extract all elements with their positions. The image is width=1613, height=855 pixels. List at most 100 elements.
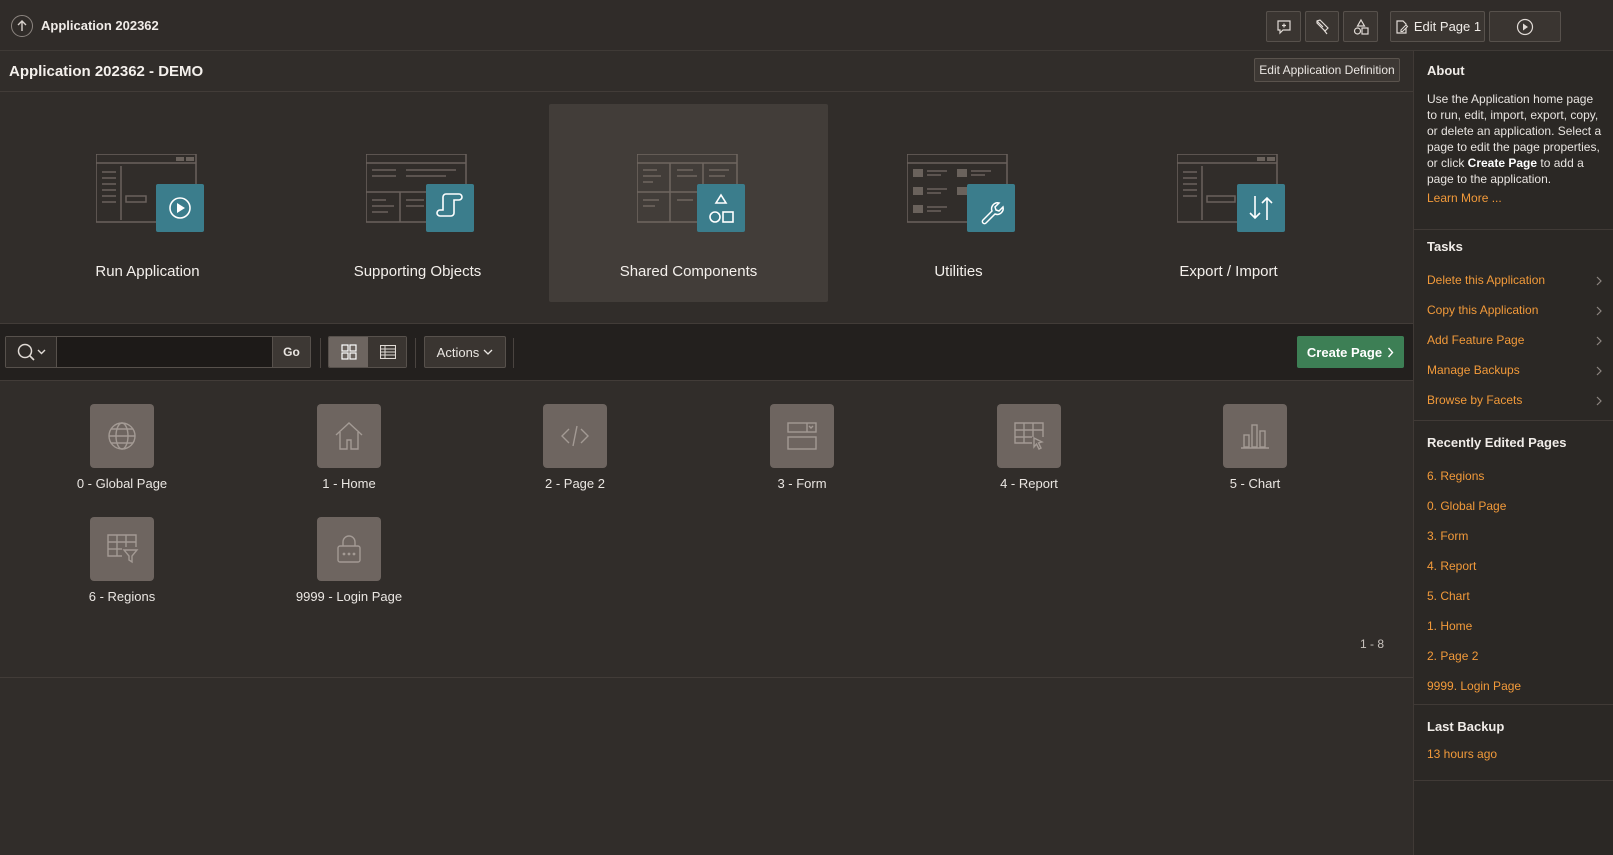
task-label: Add Feature Page [1427,333,1525,347]
grid-icon [340,344,357,360]
task-delete-application[interactable]: Delete this Application [1414,266,1613,296]
last-backup-link[interactable]: 13 hours ago [1427,747,1497,761]
task-copy-application[interactable]: Copy this Application [1414,296,1613,326]
page-tile[interactable]: 5 - Chart [1165,404,1345,504]
card-supporting-objects[interactable]: Supporting Objects [278,104,557,302]
chart-icon [1223,404,1287,468]
card-label: Shared Components [619,263,758,280]
debug-button[interactable] [1305,11,1339,42]
recent-page-link[interactable]: 4. Report [1427,559,1476,573]
play-icon [1516,18,1534,35]
recent-page-link[interactable]: 5. Chart [1427,589,1470,603]
edit-page-icon [1396,19,1409,34]
card-label: Supporting Objects [353,263,482,280]
task-label: Browse by Facets [1427,393,1523,407]
page-label: 2 - Page 2 [545,476,605,491]
card-label: Run Application [95,263,200,280]
card-label: Export / Import [1179,263,1278,280]
about-section: About Use the Application home page to r… [1414,51,1613,230]
card-run-application[interactable]: Run Application [8,104,287,302]
page-label: 9999 - Login Page [295,589,403,604]
run-application-illustration [96,154,204,232]
recent-page-link[interactable]: 0. Global Page [1427,499,1506,513]
form-icon [770,404,834,468]
shared-components-illustration [637,154,745,232]
search-input[interactable] [57,337,272,367]
page-tile[interactable]: 1 - Home [259,404,439,504]
edit-application-definition-button[interactable]: Edit Application Definition [1254,58,1400,82]
card-shared-components[interactable]: Shared Components [549,104,828,302]
page-label: 5 - Chart [1229,476,1281,491]
card-export-import[interactable]: Export / Import [1089,104,1368,302]
chevron-right-icon [1596,276,1602,286]
up-arrow-icon[interactable] [11,15,33,37]
page-label: 0 - Global Page [76,476,168,491]
chevron-right-icon [1388,347,1394,357]
page-tile[interactable]: 4 - Report [939,404,1119,504]
utilities-illustration [907,154,1015,232]
recently-edited-section: Recently Edited Pages 6. Regions 0. Glob… [1414,421,1613,705]
learn-more-link[interactable]: Learn More ... [1427,191,1502,205]
lock-icon [317,517,381,581]
recent-page-link[interactable]: 3. Form [1427,529,1468,543]
task-browse-by-facets[interactable]: Browse by Facets [1414,386,1613,416]
report-icon [997,404,1061,468]
code-icon [543,404,607,468]
go-button[interactable]: Go [272,337,310,367]
create-page-button[interactable]: Create Page [1297,336,1404,368]
chevron-right-icon [1596,366,1602,376]
task-manage-backups[interactable]: Manage Backups [1414,356,1613,386]
about-text: Use the Application home page to run, ed… [1427,92,1602,186]
run-page-button[interactable] [1489,11,1561,42]
main-content: Application 202362 - DEMO Edit Applicati… [0,51,1413,855]
card-utilities[interactable]: Utilities [819,104,1098,302]
shared-components-button[interactable] [1343,11,1378,42]
search-bar: Go [5,336,311,368]
task-label: Delete this Application [1427,273,1546,287]
chevron-right-icon [1596,306,1602,316]
actions-menu-button[interactable]: Actions [424,336,506,368]
recent-page-link[interactable]: 9999. Login Page [1427,679,1521,693]
divider [415,338,416,368]
task-add-feature-page[interactable]: Add Feature Page [1414,326,1613,356]
recent-page-link[interactable]: 1. Home [1427,619,1472,633]
grid-view-button[interactable] [329,337,368,367]
app-header: Application 202362 - DEMO Edit Applicati… [0,51,1413,92]
edit-page-label: Edit Page 1 [1413,19,1482,34]
chevron-right-icon [1596,336,1602,346]
home-icon [317,404,381,468]
sidebar: About Use the Application home page to r… [1413,51,1613,855]
recent-page-link[interactable]: 2. Page 2 [1427,649,1478,663]
chevron-right-icon [1596,396,1602,406]
globe-icon [90,404,154,468]
edit-page-button[interactable]: Edit Page 1 [1390,11,1485,42]
app-name[interactable]: Application 202362 [41,18,159,33]
page-tile[interactable]: 9999 - Login Page [259,517,439,617]
pagination-range: 1 - 8 [1360,637,1385,651]
pages-toolbar: Go Actions Create Page [0,324,1413,381]
table-icon [379,345,396,359]
page-tile[interactable]: 0 - Global Page [32,404,212,504]
pages-grid: 0 - Global Page 1 - Home 2 - Page 2 3 - … [0,382,1413,678]
search-icon [17,343,46,361]
export-import-illustration [1177,154,1285,232]
page-tile[interactable]: 2 - Page 2 [485,404,665,504]
shapes-icon [1353,18,1369,35]
feedback-button[interactable] [1266,11,1301,42]
card-label: Utilities [934,263,983,280]
last-backup-section: Last Backup 13 hours ago [1414,705,1613,781]
search-options-button[interactable] [6,337,57,367]
page-tile[interactable]: 6 - Regions [32,517,212,617]
recent-page-link[interactable]: 6. Regions [1427,469,1484,483]
page-label: 6 - Regions [88,589,156,604]
task-label: Copy this Application [1427,303,1539,317]
page-label: 4 - Report [1000,476,1058,491]
page-label: 3 - Form [777,476,827,491]
divider [320,338,321,368]
table-filter-icon [90,517,154,581]
table-view-button[interactable] [368,337,406,367]
comment-plus-icon [1276,19,1291,34]
supporting-objects-illustration [366,154,474,232]
tasks-section: Tasks Delete this Application Copy this … [1414,230,1613,421]
page-tile[interactable]: 3 - Form [712,404,892,504]
